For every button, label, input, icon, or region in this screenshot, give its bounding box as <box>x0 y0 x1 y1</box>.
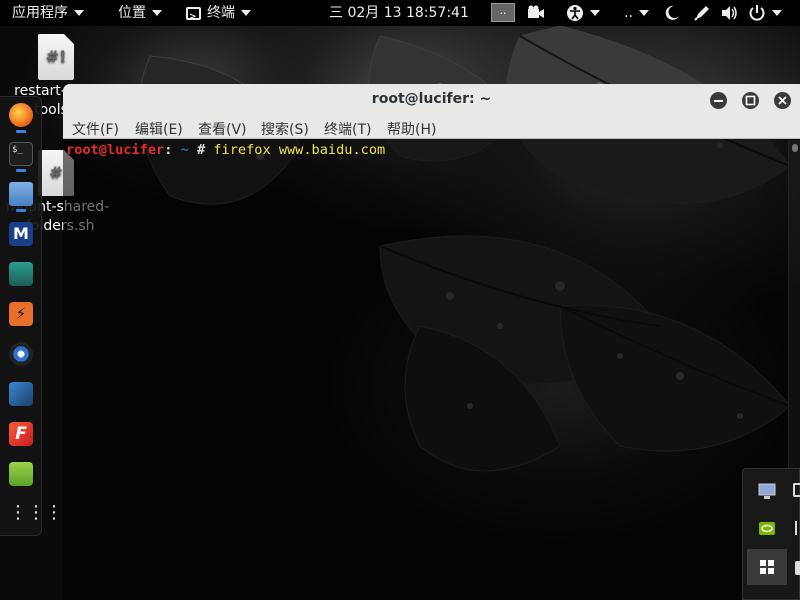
minimize-icon <box>714 100 723 102</box>
menu-terminal[interactable]: 终端(T) <box>324 119 371 139</box>
active-app-label: 终端 <box>207 5 235 21</box>
maltego-icon[interactable] <box>9 342 33 366</box>
firefox-icon[interactable] <box>9 103 33 127</box>
top-panel: 应用程序 位置 终端 三 02月 13 18:57:41 .. .. <box>0 0 800 30</box>
tray-item-display[interactable] <box>747 473 787 509</box>
chevron-down-icon <box>241 10 251 16</box>
clock[interactable]: 三 02月 13 18:57:41 <box>329 0 469 26</box>
menu-view[interactable]: 查看(V) <box>198 119 247 139</box>
tray-edge-icon <box>793 483 800 497</box>
window-title: root@lucifer: ~ <box>371 91 492 107</box>
leafpad-icon[interactable] <box>9 462 33 486</box>
show-apps-icon[interactable]: ⋮⋮⋮ <box>9 502 63 526</box>
prompt-path: ~ <box>172 142 189 158</box>
workspace-indicator[interactable]: .. <box>491 3 515 22</box>
grid-icon <box>760 560 774 574</box>
maximize-button[interactable] <box>742 92 759 109</box>
nvidia-icon <box>759 522 775 535</box>
chevron-down-icon <box>152 10 162 16</box>
tray-edge-icon <box>795 521 800 535</box>
prompt-user: root@lucifer <box>66 142 165 158</box>
menu-search[interactable]: 搜索(S) <box>261 119 309 139</box>
menu-edit[interactable]: 编辑(E) <box>135 119 183 139</box>
tray-item-launcher[interactable] <box>747 549 787 585</box>
chevron-down-icon <box>590 10 600 16</box>
terminal-icon <box>186 4 201 30</box>
pen-icon[interactable] <box>693 4 711 22</box>
minimize-button[interactable] <box>710 92 727 109</box>
close-button[interactable] <box>774 92 791 109</box>
system-menu[interactable] <box>748 0 782 26</box>
volume-icon[interactable] <box>720 4 738 22</box>
menu-help[interactable]: 帮助(H) <box>387 119 436 139</box>
dash-dock: $_ M ⚡ F ⋮⋮⋮ <box>0 96 63 536</box>
command-line: root@lucifer: ~ # firefox www.baidu.com <box>66 140 385 160</box>
power-icon <box>749 5 765 21</box>
tray-item-nvidia[interactable] <box>747 511 787 547</box>
running-indicator <box>16 130 26 133</box>
terminal-icon[interactable]: $_ <box>9 142 33 166</box>
beef-icon[interactable] <box>9 382 33 406</box>
places-menu-label: 位置 <box>118 5 146 21</box>
terminal-window: root@lucifer: ~ 文件(F) 编辑(E) 查看(V) 搜索(S) … <box>63 84 800 600</box>
faraday-icon[interactable]: F <box>9 422 33 446</box>
burpsuite-icon[interactable]: ⚡ <box>9 302 33 326</box>
accessibility-icon <box>567 5 583 21</box>
keyboard-layout-menu[interactable]: .. <box>624 0 649 26</box>
maximize-icon <box>745 95 756 106</box>
command-text: firefox www.baidu.com <box>205 142 386 158</box>
close-icon <box>778 96 787 105</box>
scrollbar-thumb[interactable] <box>792 144 798 152</box>
terminal-output[interactable]: root@lucifer: ~ # firefox www.baidu.com <box>63 140 800 600</box>
applications-menu[interactable]: 应用程序 <box>12 0 84 26</box>
display-icon <box>758 483 776 499</box>
menu-file[interactable]: 文件(F) <box>72 119 119 139</box>
keyboard-layout-label: .. <box>624 5 633 21</box>
active-app-menu[interactable]: 终端 <box>186 0 251 30</box>
accessibility-menu[interactable] <box>566 0 600 26</box>
notification-tray <box>742 468 800 600</box>
armitage-icon[interactable] <box>9 262 33 286</box>
files-icon[interactable] <box>9 182 33 206</box>
chevron-down-icon <box>772 10 782 16</box>
camera-icon[interactable] <box>527 4 545 22</box>
running-indicator <box>16 169 26 172</box>
terminal-headerbar[interactable]: root@lucifer: ~ 文件(F) 编辑(E) 查看(V) 搜索(S) … <box>63 84 800 139</box>
applications-menu-label: 应用程序 <box>12 5 68 21</box>
chevron-down-icon <box>74 10 84 16</box>
script-file-icon: #! <box>38 34 74 80</box>
prompt-symbol: # <box>196 142 206 158</box>
chevron-down-icon <box>638 10 649 16</box>
places-menu[interactable]: 位置 <box>118 0 162 26</box>
night-mode-icon[interactable] <box>663 4 681 22</box>
tray-edge-icon <box>795 561 800 575</box>
metasploit-icon[interactable]: M <box>9 222 33 246</box>
clock-datetime: 三 02月 13 18:57:41 <box>329 5 469 21</box>
running-indicator <box>16 209 26 212</box>
